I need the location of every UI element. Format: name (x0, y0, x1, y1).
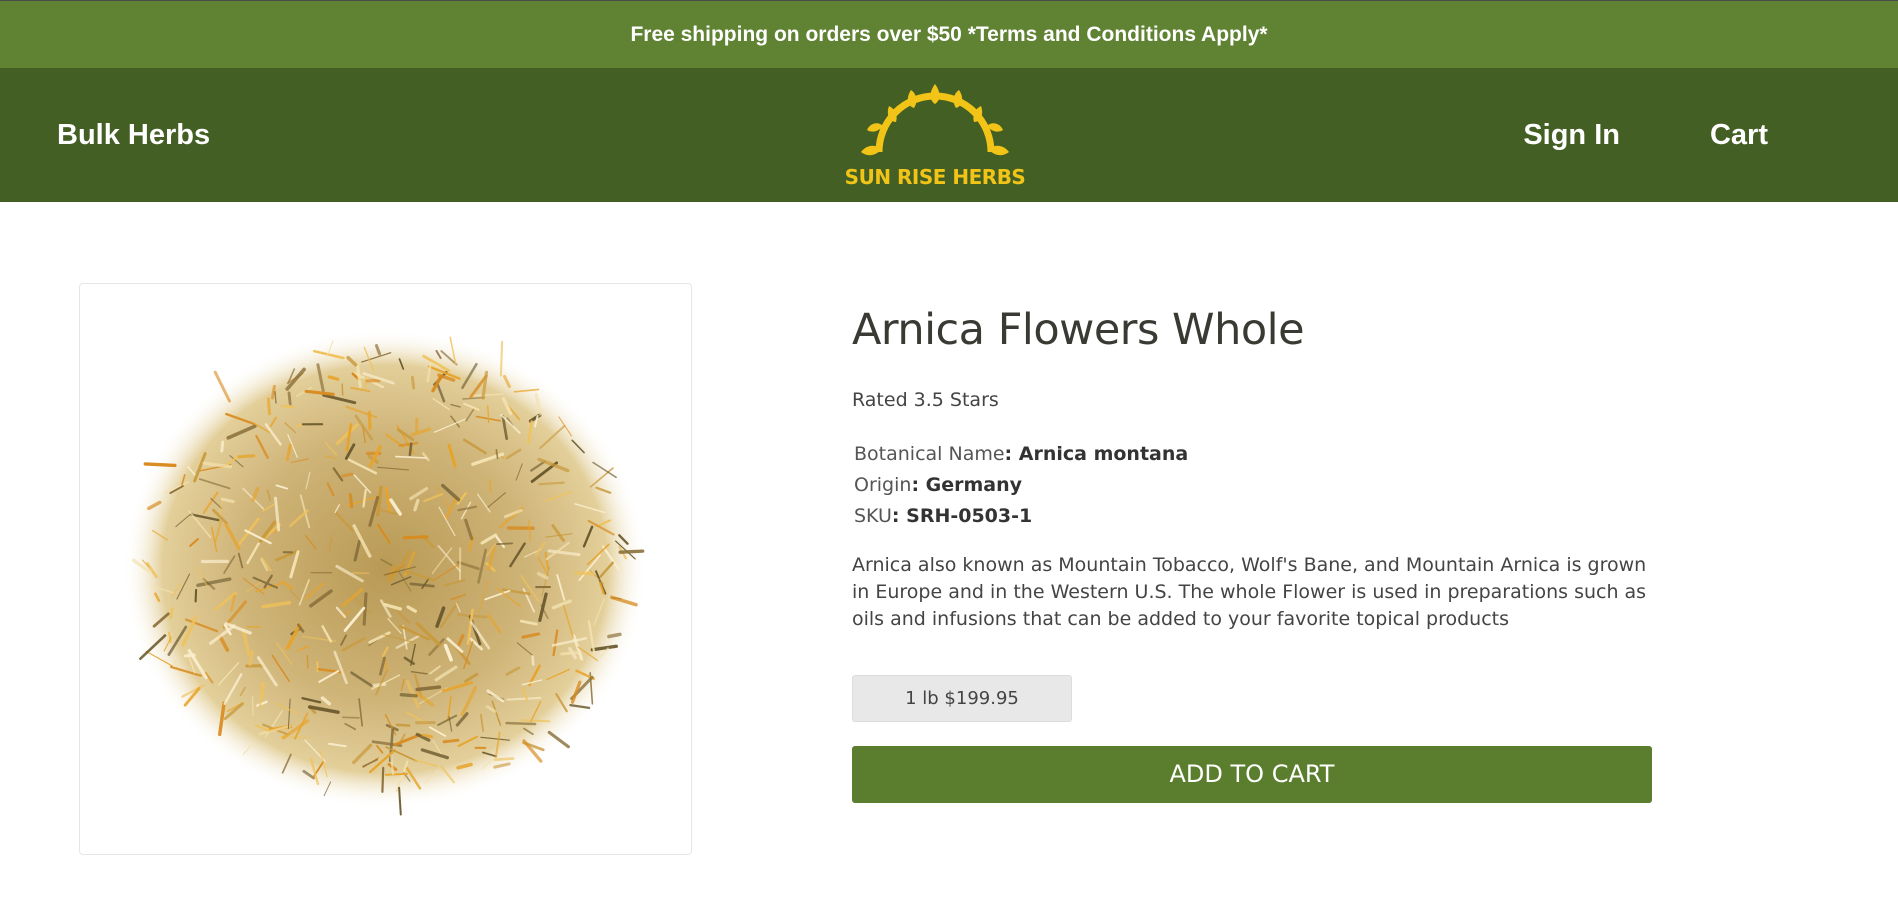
nav-right: Sign In Cart (1523, 68, 1768, 202)
spec-label: SKU (854, 504, 892, 527)
dried-arnica-flowers-image (123, 329, 647, 816)
promo-banner: Free shipping on orders over $50 *Terms … (0, 1, 1898, 68)
cart-link[interactable]: Cart (1710, 119, 1768, 152)
nav-bulk-herbs-link[interactable]: Bulk Herbs (57, 68, 210, 202)
logo-text: SUN RISE HERBS (845, 165, 1025, 189)
product-details: Arnica Flowers Whole Rated 3.5 Stars Bot… (852, 305, 1652, 803)
spec-value: : SRH-0503-1 (891, 504, 1033, 527)
variant-option-1lb[interactable]: 1 lb $199.95 (852, 674, 1072, 722)
spec-value: : Arnica montana (1004, 442, 1189, 465)
sign-in-link[interactable]: Sign In (1523, 119, 1620, 152)
product-image-card (79, 283, 692, 855)
spec-row-sku: SKU: SRH-0503-1 (854, 501, 1652, 532)
sunrise-logo-icon: SUN RISE HERBS (845, 84, 1026, 189)
add-to-cart-button[interactable]: ADD TO CART (852, 745, 1652, 803)
site-logo[interactable]: SUN RISE HERBS (845, 78, 1026, 194)
spec-value: : Germany (911, 473, 1023, 496)
site-header: Bulk Herbs SUN RISE HERBS Sign In Cart (0, 68, 1898, 202)
product-rating: Rated 3.5 Stars (852, 388, 999, 411)
promo-banner-text: Free shipping on orders over $50 *Terms … (630, 22, 1268, 46)
spec-row-botanical-name: Botanical Name: Arnica montana (854, 439, 1652, 470)
product-description: Arnica also known as Mountain Tobacco, W… (852, 553, 1647, 630)
product-title: Arnica Flowers Whole (852, 305, 1305, 355)
spec-row-origin: Origin: Germany (854, 470, 1652, 501)
spec-label: Origin (854, 473, 912, 496)
spec-label: Botanical Name (854, 442, 1005, 465)
product-specs: Botanical Name: Arnica montana Origin: G… (852, 439, 1652, 532)
